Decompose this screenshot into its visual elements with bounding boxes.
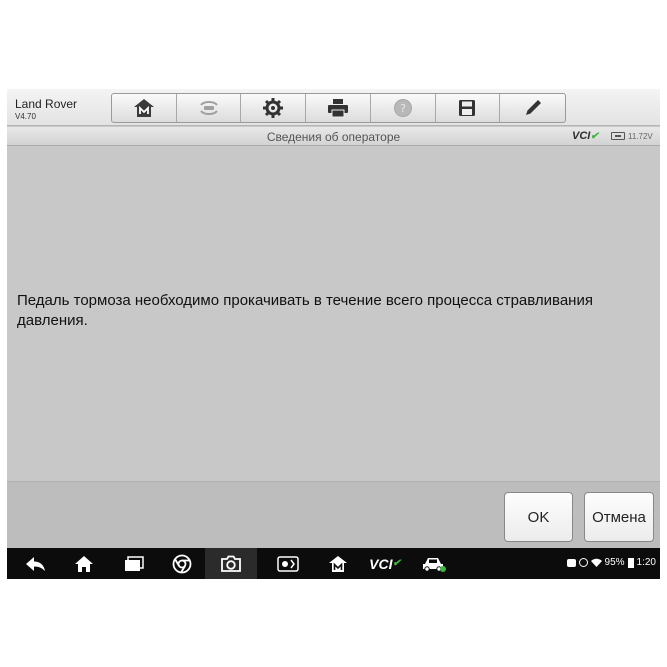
battery-percent: 95% [604, 557, 625, 568]
back-button[interactable] [19, 548, 53, 579]
message-area: Педаль тормоза необходимо прокачивать в … [7, 147, 660, 481]
message-icon [566, 558, 576, 567]
check-icon: ✔ [590, 131, 599, 142]
vehicle-swap-button[interactable] [177, 94, 242, 122]
vehicle-button[interactable] [417, 548, 451, 579]
gear-icon [263, 98, 284, 118]
home-button[interactable] [112, 94, 177, 122]
edit-button[interactable] [500, 94, 565, 122]
back-arrow-icon [26, 556, 45, 571]
vci-nav-label: VCI [369, 555, 393, 572]
ok-button[interactable]: OK [504, 492, 573, 542]
app-title: Land Rover [15, 97, 78, 111]
battery-icon [627, 557, 634, 568]
pen-icon [525, 100, 541, 115]
recent-apps-icon [125, 555, 144, 571]
vci-status: VCI✔ [572, 130, 599, 142]
svg-text:?: ? [400, 102, 406, 115]
status-bar: 95% 1:20 [566, 557, 656, 568]
voltage-readout: 11.72V [628, 132, 653, 141]
toolbar: ? [111, 93, 566, 123]
check-icon: ✔ [392, 558, 401, 569]
chrome-icon [172, 554, 192, 573]
system-navbar: VCI ✔ 95% 1:20 [7, 548, 660, 579]
vehicle-swap-icon [199, 101, 218, 115]
app-version: V4.70 [15, 112, 36, 121]
app-screen: Land Rover V4.70 ? Сведения об операторе… [7, 89, 660, 579]
home-m-icon [133, 99, 154, 117]
car-icon [423, 557, 446, 572]
message-text: Педаль тормоза необходимо прокачивать в … [17, 292, 593, 329]
title-strip: Сведения об операторе VCI✔ 11.72V [7, 127, 660, 146]
brightness-icon [277, 555, 299, 572]
help-icon: ? [393, 99, 412, 117]
page-title: Сведения об операторе [266, 130, 401, 144]
recents-button[interactable] [117, 548, 151, 579]
home-icon [75, 555, 93, 572]
sync-icon [578, 558, 588, 567]
chrome-button[interactable] [165, 548, 199, 579]
diagnostics-home-button[interactable] [321, 548, 355, 579]
home-nav-button[interactable] [67, 548, 101, 579]
printer-icon [328, 99, 349, 118]
vci-label: VCI [572, 130, 591, 142]
home-m-icon [329, 555, 347, 572]
top-header: Land Rover V4.70 ? [7, 89, 660, 126]
display-button[interactable] [271, 548, 305, 579]
save-button[interactable] [436, 94, 501, 122]
battery-icon [611, 132, 625, 140]
vci-manager-button[interactable]: VCI ✔ [365, 548, 405, 579]
cancel-button[interactable]: Отмена [584, 492, 654, 542]
clock: 1:20 [636, 557, 656, 568]
save-icon [459, 100, 476, 116]
wifi-icon [590, 558, 602, 567]
print-button[interactable] [306, 94, 371, 122]
camera-button[interactable] [205, 548, 257, 579]
camera-icon [221, 555, 241, 572]
dialog-actions: OK Отмена [7, 481, 660, 548]
settings-button[interactable] [241, 94, 307, 122]
help-button[interactable]: ? [371, 94, 436, 122]
